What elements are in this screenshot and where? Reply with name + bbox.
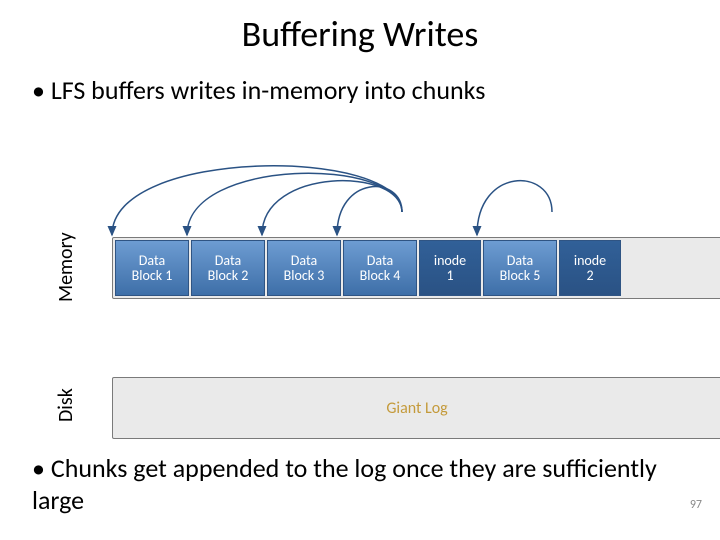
block-line2: Block 1 — [116, 268, 188, 283]
inode-block: inode1 — [419, 240, 481, 296]
data-block: DataBlock 3 — [267, 240, 341, 296]
block-line2: Block 5 — [484, 268, 556, 283]
data-block: DataBlock 5 — [483, 240, 557, 296]
write-arrows — [72, 157, 680, 237]
bullet-top-text: LFS buffers writes in-memory into chunks — [51, 74, 486, 106]
data-block: DataBlock 4 — [343, 240, 417, 296]
page-title: Buffering Writes — [0, 12, 720, 56]
block-line2: Block 3 — [268, 268, 340, 283]
block-line1: inode — [420, 253, 480, 268]
block-line1: Data — [116, 253, 188, 268]
block-line1: inode — [560, 253, 620, 268]
block-line2: Block 2 — [192, 268, 264, 283]
block-line1: Data — [268, 253, 340, 268]
block-line1: Data — [484, 253, 556, 268]
disk-region-label: Giant Log — [113, 399, 720, 418]
memory-bar: DataBlock 1DataBlock 2DataBlock 3DataBlo… — [112, 237, 720, 299]
bullet-bottom: • Chunks get appended to the log once th… — [32, 452, 680, 516]
data-block: DataBlock 2 — [191, 240, 265, 296]
disk-bar: Giant Log — [112, 377, 720, 439]
page-number: 97 — [690, 498, 702, 512]
block-line1: Data — [344, 253, 416, 268]
block-line2: 1 — [420, 268, 480, 283]
block-line2: 2 — [560, 268, 620, 283]
slide: Buffering Writes • LFS buffers writes in… — [0, 12, 720, 540]
block-line2: Block 4 — [344, 268, 416, 283]
disk-label: Disk — [54, 388, 78, 422]
data-block: DataBlock 1 — [115, 240, 189, 296]
bullet-top: • LFS buffers writes in-memory into chun… — [32, 74, 720, 106]
inode-block: inode2 — [559, 240, 621, 296]
memory-label: Memory — [54, 232, 78, 302]
bullet-bottom-text: Chunks get appended to the log once they… — [32, 452, 657, 516]
block-line1: Data — [192, 253, 264, 268]
